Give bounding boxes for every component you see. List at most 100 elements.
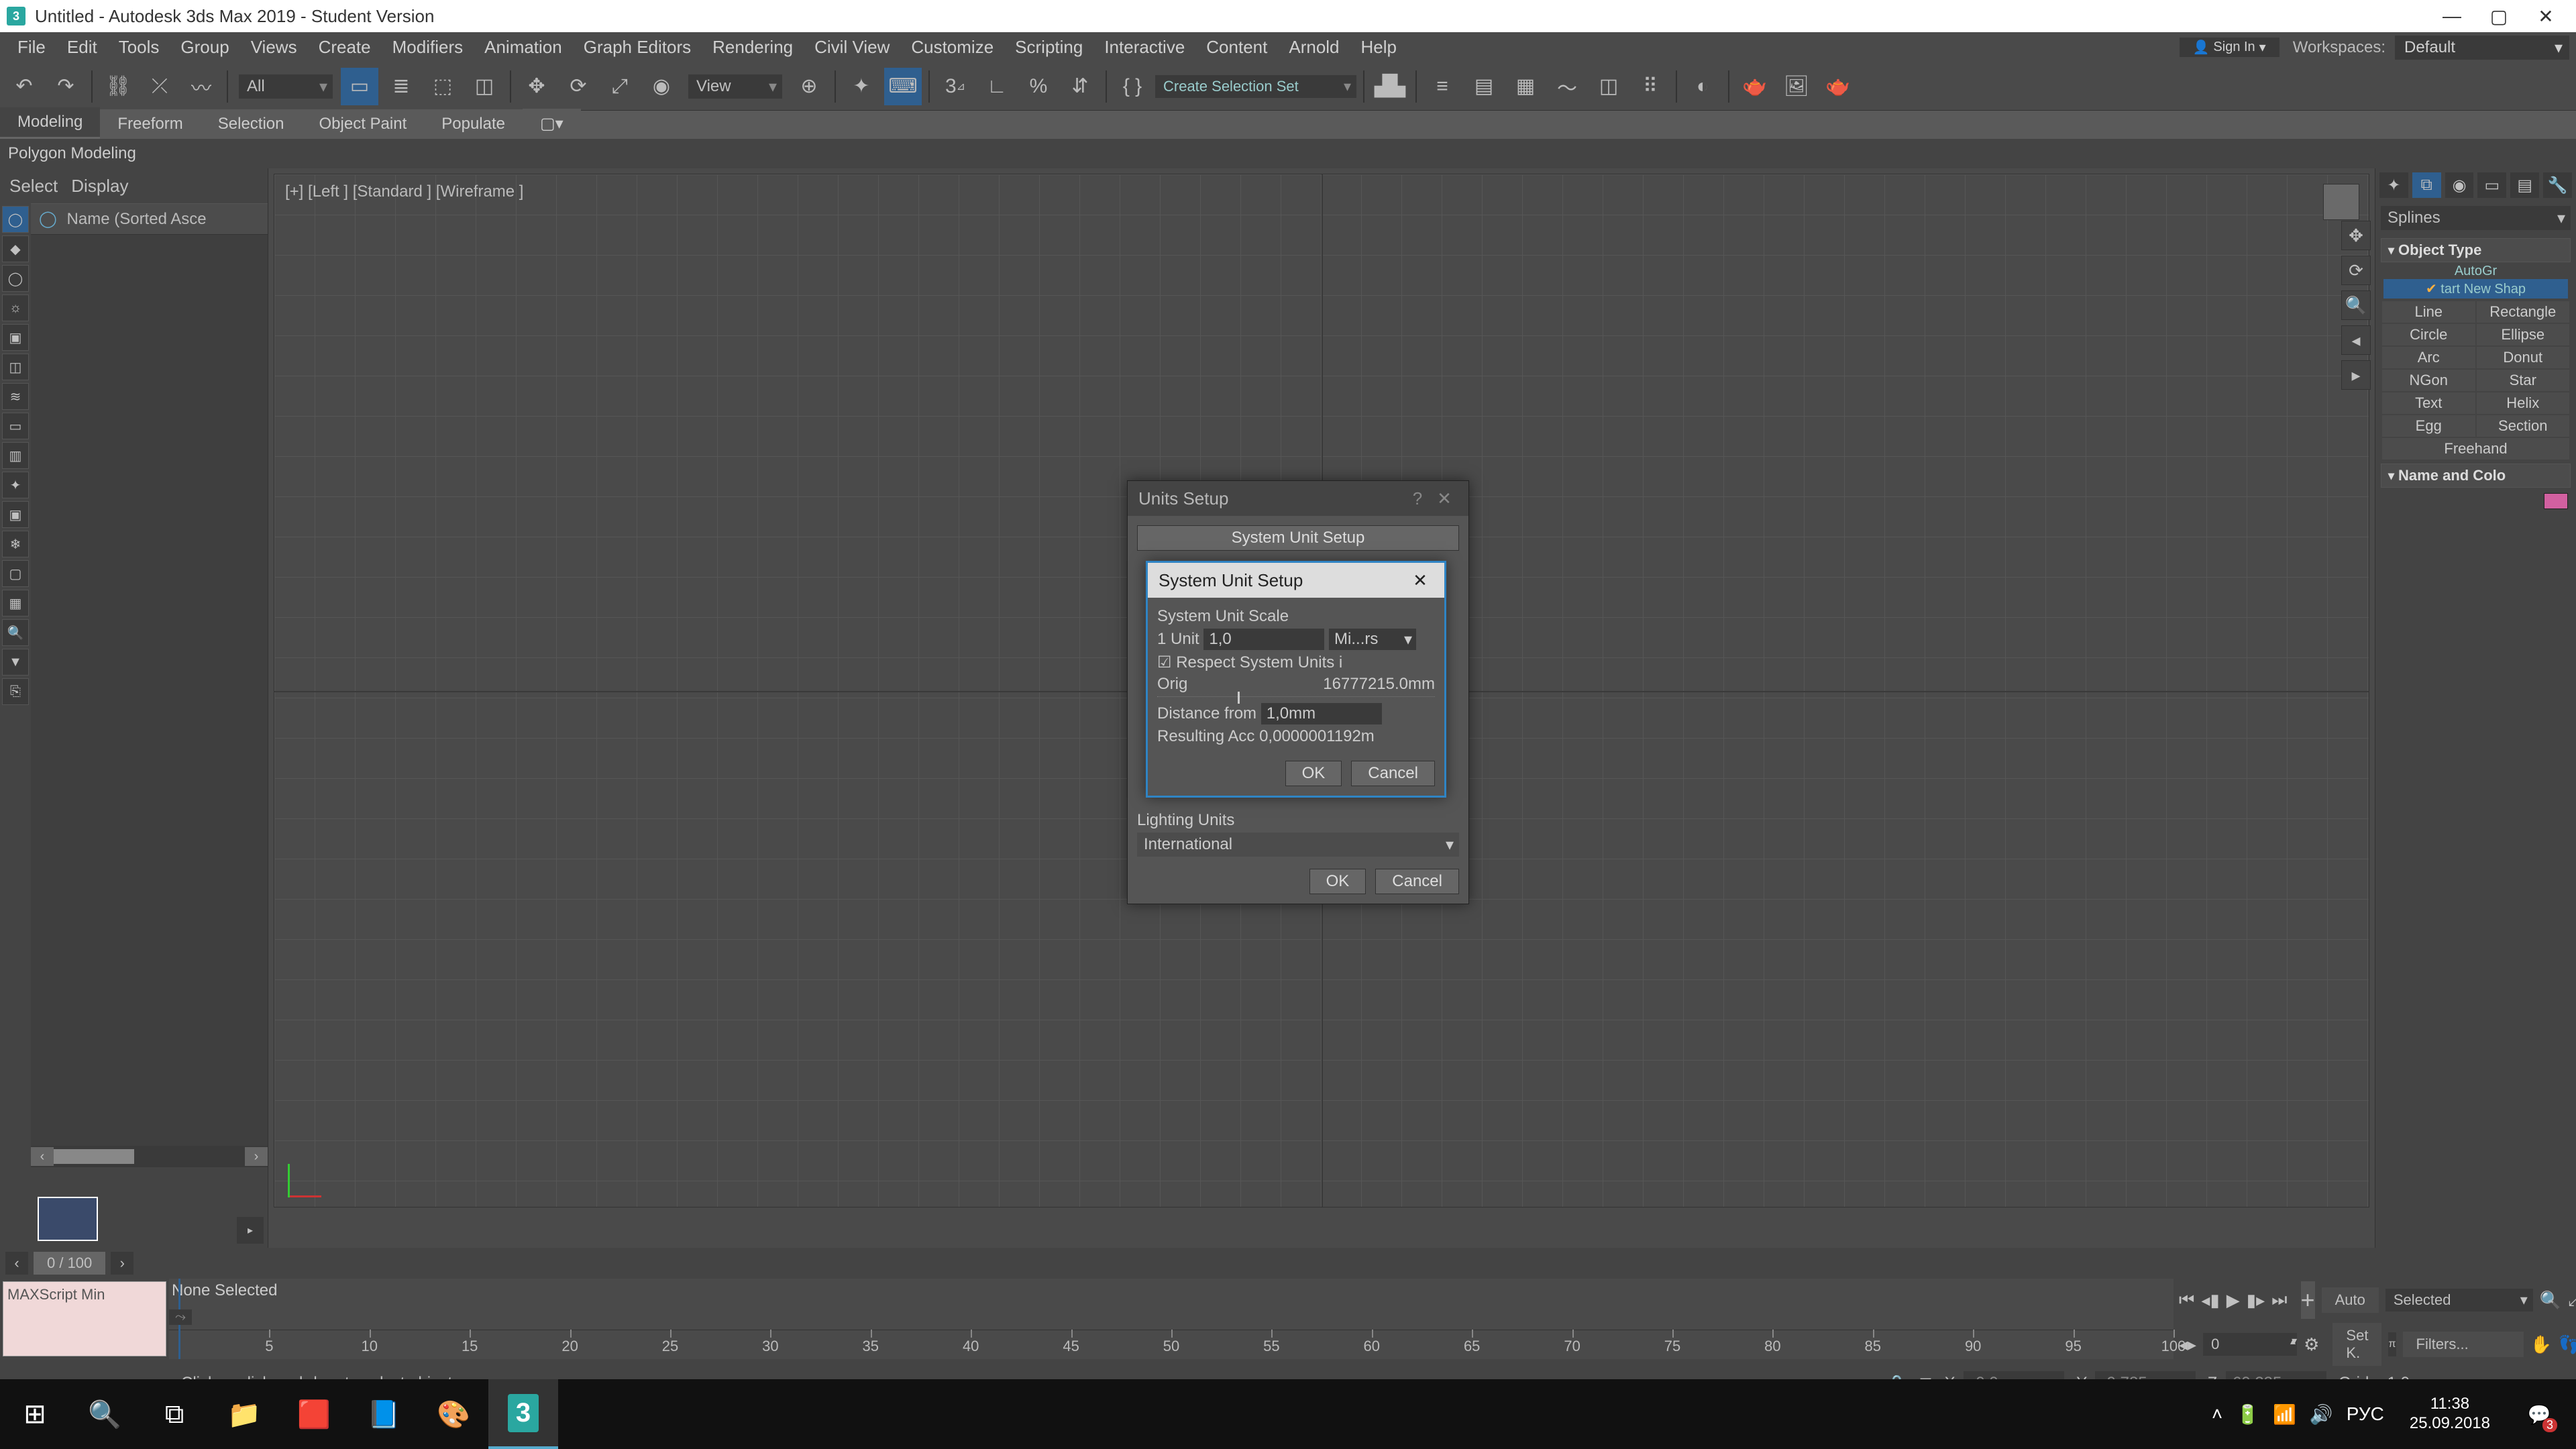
spline-freehand-button[interactable]: Freehand bbox=[2382, 438, 2569, 460]
scene-explorer-column-header[interactable]: ◯ Name (Sorted Asce bbox=[31, 203, 268, 235]
taskview-button[interactable]: ⧉ bbox=[140, 1379, 209, 1449]
start-new-shape-checkbox[interactable]: tart New Shap bbox=[2383, 279, 2568, 299]
walk-icon[interactable]: 👣 bbox=[2559, 1331, 2576, 1358]
time-next-button[interactable]: › bbox=[111, 1252, 133, 1275]
menu-customize[interactable]: Customize bbox=[900, 34, 1004, 60]
lock-icon[interactable]: ⎘ bbox=[2, 678, 29, 705]
word-taskbar-icon[interactable]: 📘 bbox=[349, 1379, 419, 1449]
menu-create[interactable]: Create bbox=[308, 34, 382, 60]
keymode-icon[interactable]: π bbox=[2388, 1332, 2396, 1356]
sus-close-icon[interactable]: ✕ bbox=[1407, 570, 1434, 591]
scale-button[interactable]: ⤢ bbox=[601, 68, 639, 105]
distance-field[interactable]: 1,0mm bbox=[1261, 703, 1382, 724]
align-button[interactable]: ≡ bbox=[1424, 68, 1461, 105]
keyfilter-dropdown[interactable]: Selected bbox=[2385, 1289, 2533, 1311]
viewcube[interactable] bbox=[2323, 184, 2359, 220]
material-editor-button[interactable]: ◐ bbox=[1684, 68, 1721, 105]
menu-group[interactable]: Group bbox=[170, 34, 239, 60]
vp-next-icon[interactable]: ▸ bbox=[2341, 360, 2371, 390]
scene-explorer-select-menu[interactable]: Select bbox=[9, 176, 58, 197]
spline-star-button[interactable]: Star bbox=[2477, 370, 2570, 391]
action-center-icon[interactable]: 💬3 bbox=[2516, 1391, 2563, 1438]
lighting-units-dropdown[interactable]: International bbox=[1137, 833, 1459, 857]
link-button[interactable]: ⛓ bbox=[99, 68, 137, 105]
spline-text-button[interactable]: Text bbox=[2382, 392, 2475, 414]
vp-move-icon[interactable]: ✥ bbox=[2341, 221, 2371, 250]
tab-motion-icon[interactable]: ▭ bbox=[2477, 172, 2506, 198]
search-icon[interactable]: 🔍 bbox=[2, 619, 29, 646]
units-cancel-button[interactable]: Cancel bbox=[1375, 869, 1459, 894]
vp-rotate-icon[interactable]: ⟳ bbox=[2341, 256, 2371, 285]
vp-prev-icon[interactable]: ◂ bbox=[2341, 325, 2371, 355]
minimize-button[interactable]: — bbox=[2428, 3, 2475, 30]
maximize-button[interactable]: ▢ bbox=[2475, 3, 2522, 30]
isolate-button[interactable]: 🔍 bbox=[2540, 1287, 2561, 1313]
units-close-icon[interactable]: ✕ bbox=[1431, 488, 1458, 509]
time-slider-thumb[interactable]: 0 / 100 bbox=[34, 1252, 105, 1275]
display-bone-icon[interactable]: ✦ bbox=[2, 472, 29, 498]
window-crossing-button[interactable]: ◫ bbox=[466, 68, 503, 105]
spline-line-button[interactable]: Line bbox=[2382, 301, 2475, 323]
ribbon-tab-selection[interactable]: Selection bbox=[201, 109, 302, 139]
layer-explorer-button[interactable]: ▤ bbox=[1465, 68, 1503, 105]
menu-content[interactable]: Content bbox=[1195, 34, 1278, 60]
setkey-button[interactable]: Set K. bbox=[2332, 1323, 2381, 1366]
set-key-button[interactable]: + bbox=[2301, 1281, 2315, 1319]
rollout-object-type[interactable]: Object Type bbox=[2381, 238, 2571, 262]
volume-icon[interactable]: 🔊 bbox=[2310, 1403, 2333, 1426]
tab-modify-icon[interactable]: ⧉ bbox=[2412, 172, 2441, 198]
start-button[interactable]: ⊞ bbox=[0, 1379, 70, 1449]
display-helpers-icon[interactable]: ◫ bbox=[2, 354, 29, 380]
selection-filter-dropdown[interactable]: All bbox=[239, 74, 333, 99]
keyboard-shortcut-button[interactable]: ⌨ bbox=[884, 68, 922, 105]
ribbon-collapse-icon[interactable]: ▢▾ bbox=[523, 109, 581, 139]
display-shapes-icon[interactable]: ◯ bbox=[2, 265, 29, 292]
ribbon-tab-modeling[interactable]: Modeling bbox=[0, 107, 100, 139]
rotate-button[interactable]: ⟳ bbox=[559, 68, 597, 105]
display-lights-icon[interactable]: ☼ bbox=[2, 294, 29, 321]
expand-icon[interactable]: ▸ bbox=[237, 1217, 264, 1244]
menu-help[interactable]: Help bbox=[1350, 34, 1407, 60]
schematic-view-button[interactable]: ◫ bbox=[1590, 68, 1627, 105]
sync-selection-icon[interactable]: ▦ bbox=[2, 590, 29, 616]
ref-coord-dropdown[interactable]: View bbox=[688, 74, 782, 99]
menu-views[interactable]: Views bbox=[240, 34, 308, 60]
redo-button[interactable]: ↷ bbox=[47, 68, 85, 105]
menu-file[interactable]: File bbox=[7, 34, 56, 60]
spline-arc-button[interactable]: Arc bbox=[2382, 347, 2475, 368]
yandex-taskbar-icon[interactable]: 🟥 bbox=[279, 1379, 349, 1449]
spline-rectangle-button[interactable]: Rectangle bbox=[2477, 301, 2570, 323]
spline-section-button[interactable]: Section bbox=[2477, 415, 2570, 437]
create-category-dropdown[interactable]: Splines bbox=[2381, 206, 2571, 230]
display-xrefs-icon[interactable]: ▥ bbox=[2, 442, 29, 469]
pivot-button[interactable]: ⊕ bbox=[790, 68, 828, 105]
menu-interactive[interactable]: Interactive bbox=[1093, 34, 1195, 60]
display-hidden-icon[interactable]: ▢ bbox=[2, 560, 29, 587]
units-help-icon[interactable]: ? bbox=[1404, 488, 1431, 509]
scroll-thumb[interactable] bbox=[54, 1149, 134, 1164]
menu-modifiers[interactable]: Modifiers bbox=[382, 34, 474, 60]
ribbon-tab-freeform[interactable]: Freeform bbox=[100, 109, 200, 139]
language-indicator[interactable]: РУС bbox=[2347, 1403, 2384, 1425]
angle-snap-button[interactable]: ∟ bbox=[978, 68, 1016, 105]
menu-arnold[interactable]: Arnold bbox=[1278, 34, 1350, 60]
paint-taskbar-icon[interactable]: 🎨 bbox=[419, 1379, 488, 1449]
display-spacewarps-icon[interactable]: ≋ bbox=[2, 383, 29, 410]
file-explorer-taskbar-icon[interactable]: 📁 bbox=[209, 1379, 279, 1449]
units-setup-titlebar[interactable]: Units Setup ? ✕ bbox=[1128, 481, 1468, 516]
display-groups-icon[interactable]: ▭ bbox=[2, 413, 29, 439]
goto-start-button[interactable]: ⏮ bbox=[2179, 1287, 2194, 1313]
sus-titlebar[interactable]: System Unit Setup ✕ bbox=[1148, 563, 1444, 598]
object-color-swatch[interactable] bbox=[2544, 493, 2568, 509]
origin-slider-thumb[interactable] bbox=[1238, 692, 1240, 704]
undo-button[interactable]: ↶ bbox=[5, 68, 43, 105]
rollout-name-color[interactable]: Name and Colo bbox=[2381, 464, 2571, 488]
maxscript-listener[interactable]: MAXScript Min bbox=[3, 1281, 166, 1356]
close-button[interactable]: ✕ bbox=[2522, 3, 2569, 30]
sign-in-button[interactable]: 👤Sign In▾ bbox=[2180, 38, 2279, 57]
render-production-button[interactable]: 🫖 bbox=[1819, 68, 1857, 105]
unit-type-dropdown[interactable]: Mi...rs bbox=[1329, 629, 1416, 650]
mirror-button[interactable]: ▟▙ bbox=[1371, 68, 1409, 105]
ribbon-tab-objectpaint[interactable]: Object Paint bbox=[302, 109, 425, 139]
menu-animation[interactable]: Animation bbox=[474, 34, 573, 60]
